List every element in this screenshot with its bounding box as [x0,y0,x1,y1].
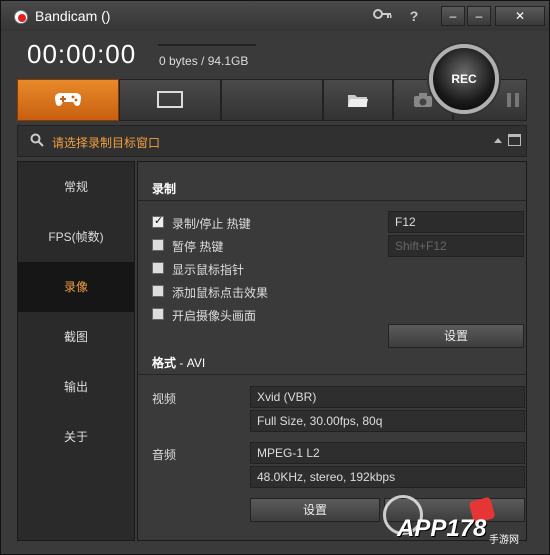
format-settings-button[interactable]: 设置 [250,498,380,522]
record-section-title: 录制 [152,182,177,196]
game-mode-tab[interactable] [17,79,119,121]
audio-detail-field[interactable]: 48.0KHz, stereo, 192kbps [250,466,525,488]
open-folder-button[interactable] [323,79,393,121]
title-bar: Bandicam () ? – – ✕ [1,1,549,31]
device-mode-tab[interactable] [221,79,323,121]
record-timer: 00:00:00 [27,39,137,69]
video-detail-field[interactable]: Full Size, 30.00fps, 80q [250,410,525,432]
folder-icon [348,95,368,107]
click-effect-label: 添加鼠标点击效果 [172,286,269,300]
window-title: Bandicam () [35,8,111,24]
click-effect-checkbox[interactable] [152,285,164,297]
divider [138,374,526,375]
target-window-label: 请选择录制目标窗口 [52,136,161,150]
window-mode-icon[interactable] [508,134,521,146]
minimize-button[interactable]: – [441,6,465,26]
watermark-subtext: 手游网 [489,535,519,546]
video-settings-panel: 录制 录制/停止 热键 F12 暂停 热键 Shift+F12 显示鼠标指针 添… [137,161,527,541]
screen-mode-tab[interactable] [119,79,221,121]
sidebar-item-fps[interactable]: FPS(帧数) [18,212,134,262]
webcam-overlay-label: 开启摄像头画面 [172,309,257,323]
webcam-overlay-checkbox[interactable] [152,308,164,320]
show-cursor-label: 显示鼠标指针 [172,263,245,277]
format-separator: - [179,356,187,370]
audio-codec-field[interactable]: MPEG-1 L2 [250,442,525,464]
collapse-up-icon[interactable] [494,138,502,143]
sidebar-item-image[interactable]: 截图 [18,312,134,362]
video-codec-field[interactable]: Xvid (VBR) [250,386,525,408]
minimize-tray-button[interactable]: – [467,6,491,26]
record-hotkey-label: 录制/停止 热键 [172,217,251,231]
pause-hotkey-label: 暂停 热键 [172,240,224,254]
record-hotkey-field[interactable]: F12 [388,211,524,233]
pause-hotkey-checkbox[interactable] [152,239,164,251]
pause-icon [507,93,519,107]
file-size-text: 0 bytes / 94.1GB [159,54,249,68]
bandicam-window: Bandicam () ? – – ✕ 00:00:00 0 bytes / 9… [0,0,550,555]
monitor-icon [157,91,183,108]
rec-button[interactable]: REC [429,44,499,114]
camera-icon [414,93,432,107]
sidebar-item-output[interactable]: 输出 [18,362,134,412]
sidebar-item-video[interactable]: 录像 [18,262,134,312]
close-button[interactable]: ✕ [495,6,545,26]
size-progress-bar [158,44,256,46]
record-hotkey-checkbox[interactable] [152,214,164,228]
format-value: AVI [186,356,206,370]
target-window-bar[interactable]: 请选择录制目标窗口 [17,125,527,157]
pause-hotkey-field[interactable]: Shift+F12 [388,235,524,257]
help-icon[interactable]: ? [406,6,422,26]
format-section-label: 格式 [152,356,177,370]
show-cursor-checkbox[interactable] [152,262,164,274]
search-icon [30,133,44,147]
sidebar-item-general[interactable]: 常规 [18,162,134,212]
sidebar-item-about[interactable]: 关于 [18,412,134,462]
site-watermark: APP178 手游网 [379,493,549,553]
video-label: 视频 [152,392,177,406]
format-section-title: 格式 - AVI [152,354,205,371]
audio-label: 音频 [152,448,177,462]
settings-sidebar: 常规 FPS(帧数) 录像 截图 输出 关于 [17,161,135,541]
watermark-text: APP178 [397,515,487,542]
record-settings-button[interactable]: 设置 [388,324,524,348]
gamepad-icon [54,92,82,106]
divider [138,200,526,201]
bandicam-logo-icon [14,10,28,24]
key-icon[interactable] [373,6,393,26]
